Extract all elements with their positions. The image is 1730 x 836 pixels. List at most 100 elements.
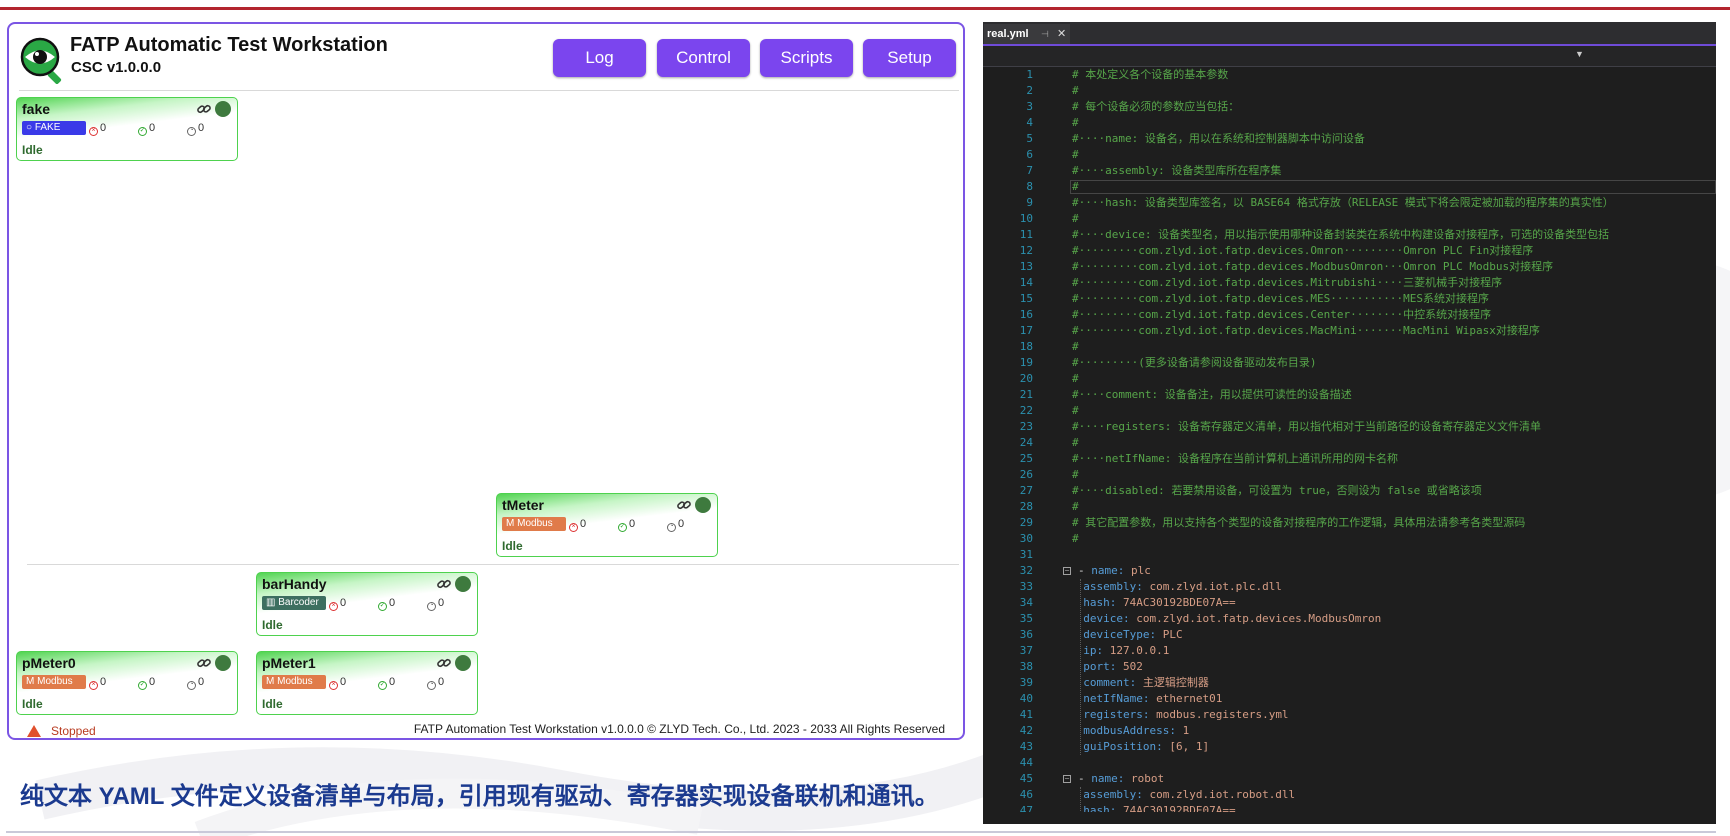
- connection-status-dot: [455, 655, 471, 671]
- fold-toggle-icon[interactable]: −: [1063, 567, 1071, 575]
- link-icon[interactable]: [436, 655, 452, 671]
- chevron-down-icon[interactable]: ▼: [1575, 49, 1584, 59]
- code-line: 27 #····disabled: 若要禁用设备，可设置为 true，否则设为 f…: [983, 483, 1716, 499]
- line-text: assembly: com.zlyd.iot.plc.dll: [1070, 579, 1282, 595]
- code-line: 16 #·········com.zlyd.iot.fatp.devices.Ce…: [983, 307, 1716, 323]
- code-line: 12 #·········com.zlyd.iot.fatp.devices.Om…: [983, 243, 1716, 259]
- pending-count: ◔ 0: [427, 596, 444, 611]
- line-number: 32: [1019, 564, 1033, 577]
- code-line: 35 device: com.zlyd.iot.fatp.devices.Mod…: [983, 611, 1716, 627]
- line-number: 39: [1019, 676, 1033, 689]
- code-line: 26 #: [983, 467, 1716, 483]
- code-line: 31: [983, 547, 1716, 563]
- line-text: device: com.zlyd.iot.fatp.devices.Modbus…: [1070, 611, 1381, 627]
- error-count: × 0: [569, 517, 586, 532]
- ok-count: ✓ 0: [618, 518, 636, 532]
- line-text: #····assembly: 设备类型库所在程序集: [1072, 164, 1282, 177]
- link-icon[interactable]: [676, 497, 692, 513]
- line-number: 43: [1019, 740, 1033, 753]
- device-state: Idle: [22, 143, 43, 157]
- line-text: #: [1072, 148, 1079, 161]
- code-line: 6 #: [983, 147, 1716, 163]
- line-number: 34: [1019, 596, 1033, 609]
- yaml-key: ip:: [1070, 644, 1104, 657]
- code-line: 34 hash: 74AC30192BDE07A==: [983, 595, 1716, 611]
- line-number: 28: [1019, 500, 1033, 513]
- line-number: 6: [1026, 148, 1033, 161]
- line-number: 22: [1019, 404, 1033, 417]
- line-number: 16: [1019, 308, 1033, 321]
- code-line: 46 assembly: com.zlyd.iot.robot.dll: [983, 787, 1716, 803]
- line-number: 15: [1019, 292, 1033, 305]
- indent-guide: [1080, 579, 1082, 755]
- close-icon[interactable]: ✕: [1057, 24, 1066, 44]
- horizontal-scrollbar[interactable]: [983, 812, 1716, 824]
- code-line: 38 port: 502: [983, 659, 1716, 675]
- log-button[interactable]: Log: [553, 39, 646, 77]
- link-icon[interactable]: [436, 576, 452, 592]
- file-tab[interactable]: real.yml ⊣ ✕: [984, 24, 1070, 44]
- ok-count: ✓ 0: [378, 676, 396, 690]
- code-line: 2 #: [983, 83, 1716, 99]
- yaml-key: guiPosition:: [1070, 740, 1163, 753]
- run-status-text: Stopped: [51, 724, 96, 738]
- device-card[interactable]: tMeter M Modbus × 0 ✓ 0 ◔ 0 Idle: [496, 493, 718, 557]
- ok-count: ✓ 0: [378, 597, 396, 611]
- line-text: #: [1072, 116, 1079, 129]
- yaml-key: hash:: [1070, 596, 1117, 609]
- setup-button[interactable]: Setup: [863, 39, 956, 77]
- ok-count-value: 0: [389, 676, 396, 688]
- app-version: CSC v1.0.0.0: [71, 59, 162, 76]
- device-card[interactable]: pMeter0 M Modbus × 0 ✓ 0 ◔ 0 Idle: [16, 651, 238, 715]
- workstation-window: FATP Automatic Test Workstation CSC v1.0…: [7, 22, 965, 740]
- line-number: 35: [1019, 612, 1033, 625]
- line-number: 7: [1026, 164, 1033, 177]
- line-text: #·········com.zlyd.iot.fatp.devices.MacM…: [1072, 324, 1540, 337]
- line-number: 8: [1026, 180, 1033, 193]
- pending-count: ◔ 0: [427, 675, 444, 690]
- error-count: × 0: [329, 596, 346, 611]
- bottom-divider: [6, 831, 1716, 833]
- device-type-label: Modbus: [37, 676, 73, 687]
- yaml-key: device:: [1070, 612, 1130, 625]
- line-text: #·········com.zlyd.iot.fatp.devices.Modb…: [1072, 260, 1554, 273]
- line-number: 27: [1019, 484, 1033, 497]
- yaml-key: port:: [1070, 660, 1117, 673]
- device-card[interactable]: fake ○ FAKE × 0 ✓ 0 ◔ 0 Idle: [16, 97, 238, 161]
- link-icon[interactable]: [196, 101, 212, 117]
- line-number: 37: [1019, 644, 1033, 657]
- line-text: registers: modbus.registers.yml: [1070, 707, 1289, 723]
- device-type-badge: M Modbus: [502, 517, 566, 531]
- line-text: #····device: 设备类型名，用以指示使用哪种设备封装类在系统中构建设备…: [1072, 228, 1610, 241]
- scripts-button[interactable]: Scripts: [760, 39, 853, 77]
- code-line: 29 # 其它配置参数，用以支持各个类型的设备对接程序的工作逻辑，具体用法请参考各…: [983, 515, 1716, 531]
- error-count-value: 0: [100, 676, 107, 688]
- code-line: 9 #····hash: 设备类型库签名，以 BASE64 格式存放（RELEAS…: [983, 195, 1716, 211]
- line-number: 46: [1019, 788, 1033, 801]
- code-line: 24 #: [983, 435, 1716, 451]
- ok-count-value: 0: [149, 676, 156, 688]
- device-card[interactable]: pMeter1 M Modbus × 0 ✓ 0 ◔ 0 Idle: [256, 651, 478, 715]
- link-icon[interactable]: [196, 655, 212, 671]
- line-text: # 本处定义各个设备的基本参数: [1072, 68, 1229, 81]
- device-state: Idle: [502, 539, 523, 553]
- yaml-value: ethernet01: [1149, 692, 1223, 705]
- line-text: guiPosition: [6, 1]: [1070, 739, 1209, 755]
- code-line: 37 ip: 127.0.0.1: [983, 643, 1716, 659]
- code-line: 30 #: [983, 531, 1716, 547]
- line-text: #·········com.zlyd.iot.fatp.devices.Cent…: [1072, 308, 1492, 321]
- device-type-badge: ○ FAKE: [22, 121, 86, 135]
- control-button[interactable]: Control: [657, 39, 750, 77]
- yaml-value: 74AC30192BDE07A==: [1116, 596, 1236, 609]
- line-number: 21: [1019, 388, 1033, 401]
- code-line: 8 #: [983, 179, 1716, 195]
- error-count-value: 0: [340, 597, 347, 609]
- device-card[interactable]: barHandy ▥ Barcoder × 0 ✓ 0 ◔ 0 Idle: [256, 572, 478, 636]
- yaml-value: modbus.registers.yml: [1149, 708, 1289, 721]
- line-number: 17: [1019, 324, 1033, 337]
- pending-count-value: 0: [198, 122, 205, 134]
- device-state: Idle: [262, 618, 283, 632]
- pin-icon[interactable]: ⊣: [1041, 24, 1049, 44]
- line-number: 10: [1019, 212, 1033, 225]
- fold-toggle-icon[interactable]: −: [1063, 775, 1071, 783]
